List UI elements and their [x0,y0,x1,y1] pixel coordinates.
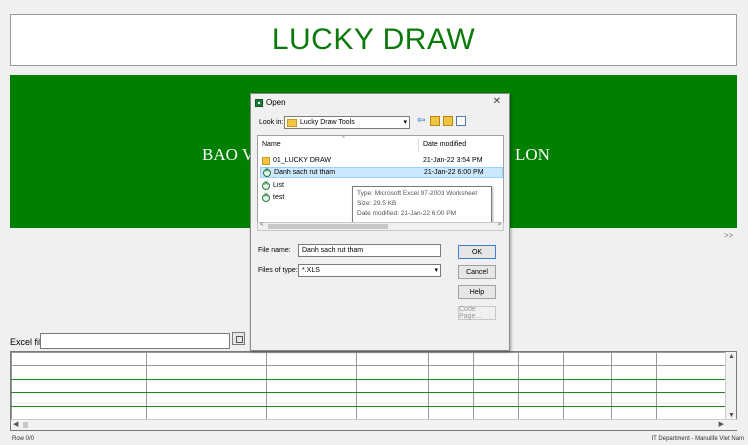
status-department: IT Department - Manulife Viet Nam [651,436,744,442]
status-row-count: Row 0/0 [12,436,35,442]
look-in-dropdown[interactable]: Lucky Draw Tools ▾ [284,116,410,129]
folder-icon [287,118,297,127]
scroll-down-icon[interactable]: ▼ [728,412,735,419]
banner-text-right: LON [515,145,550,164]
column-divider [418,138,419,152]
scroll-left-icon[interactable]: < [260,222,264,228]
scroll-thumb[interactable] [268,224,388,229]
grid-vertical-scrollbar[interactable]: ▲ ▼ [725,352,736,420]
table-row [11,378,727,394]
file-list-scrollbar[interactable]: < > [257,222,504,231]
view-menu-icon[interactable] [456,116,466,126]
table-row [11,365,727,380]
scroll-left-icon[interactable]: ◀ [13,420,18,428]
file-name-label: File name: [258,247,291,254]
column-header-date[interactable]: Date modified [423,141,466,148]
excel-file-input[interactable] [40,333,230,349]
file-info-tooltip: Type: Microsoft Excel 97-2003 Worksheet … [352,186,492,223]
table-row [11,392,727,407]
scroll-up-icon[interactable]: ▲ [728,353,735,360]
app-title-box: LUCKY DRAW [10,14,737,66]
tooltip-size: Size: 29.5 KB [357,200,397,207]
files-of-type-label: Files of type: [258,267,298,274]
files-of-type-select[interactable]: *.XLS ▾ [298,264,441,277]
list-item-selected[interactable]: Danh sach rut tham 21-Jan-22 6:00 PM [260,167,503,178]
grid-cells [11,351,727,421]
dialog-toolbar: ⇦ [417,116,466,126]
up-folder-icon[interactable] [430,116,440,126]
look-in-value: Lucky Draw Tools [300,119,355,126]
open-dialog: Open ✕ Look in: Lucky Draw Tools ▾ ⇦ ^ N… [250,93,510,351]
dialog-title: Open [266,98,286,107]
table-row [11,405,727,421]
look-in-label: Look in: [259,119,284,126]
excel-file-icon [262,181,270,190]
close-icon[interactable]: ✕ [493,96,501,107]
file-name-input[interactable]: Danh sach rut tham [298,244,441,257]
scroll-thumb[interactable] [23,422,28,428]
chevron-down-icon: ▾ [434,267,438,274]
expand-arrows-button[interactable]: >> [724,231,733,240]
banner-text-left: BAO V [202,145,255,164]
dialog-titlebar: Open [255,98,286,107]
browse-file-button[interactable] [232,332,245,345]
chevron-down-icon: ▾ [403,119,407,126]
list-item[interactable]: 01_LUCKY DRAW 21-Jan-22 3:54 PM [260,155,503,166]
help-button[interactable]: Help [458,285,496,299]
app-title: LUCKY DRAW [271,23,476,56]
sort-caret-icon: ^ [342,136,345,142]
scroll-right-icon[interactable]: ▶ [719,420,724,428]
folder-icon [262,156,270,165]
new-folder-icon[interactable] [443,116,453,126]
excel-file-icon [262,193,270,202]
tooltip-type: Type: Microsoft Excel 97-2003 Worksheet [357,190,478,197]
data-grid[interactable]: ▲ ▼ ◀ ▶ [10,351,738,431]
scroll-right-icon[interactable]: > [497,222,501,228]
grid-header-row [11,351,727,367]
back-arrow-icon[interactable]: ⇦ [417,116,427,126]
excel-app-icon [255,98,263,107]
code-page-button[interactable]: Code Page... [458,306,496,320]
column-header-name[interactable]: Name [262,141,281,148]
files-of-type-value: *.XLS [302,267,320,274]
tooltip-modified: Date modified: 21-Jan-22 6:00 PM [357,210,456,217]
grid-horizontal-scrollbar[interactable]: ◀ ▶ [11,419,738,430]
excel-file-icon [263,168,271,177]
cancel-button[interactable]: Cancel [458,265,496,279]
ok-button[interactable]: OK [458,245,496,259]
